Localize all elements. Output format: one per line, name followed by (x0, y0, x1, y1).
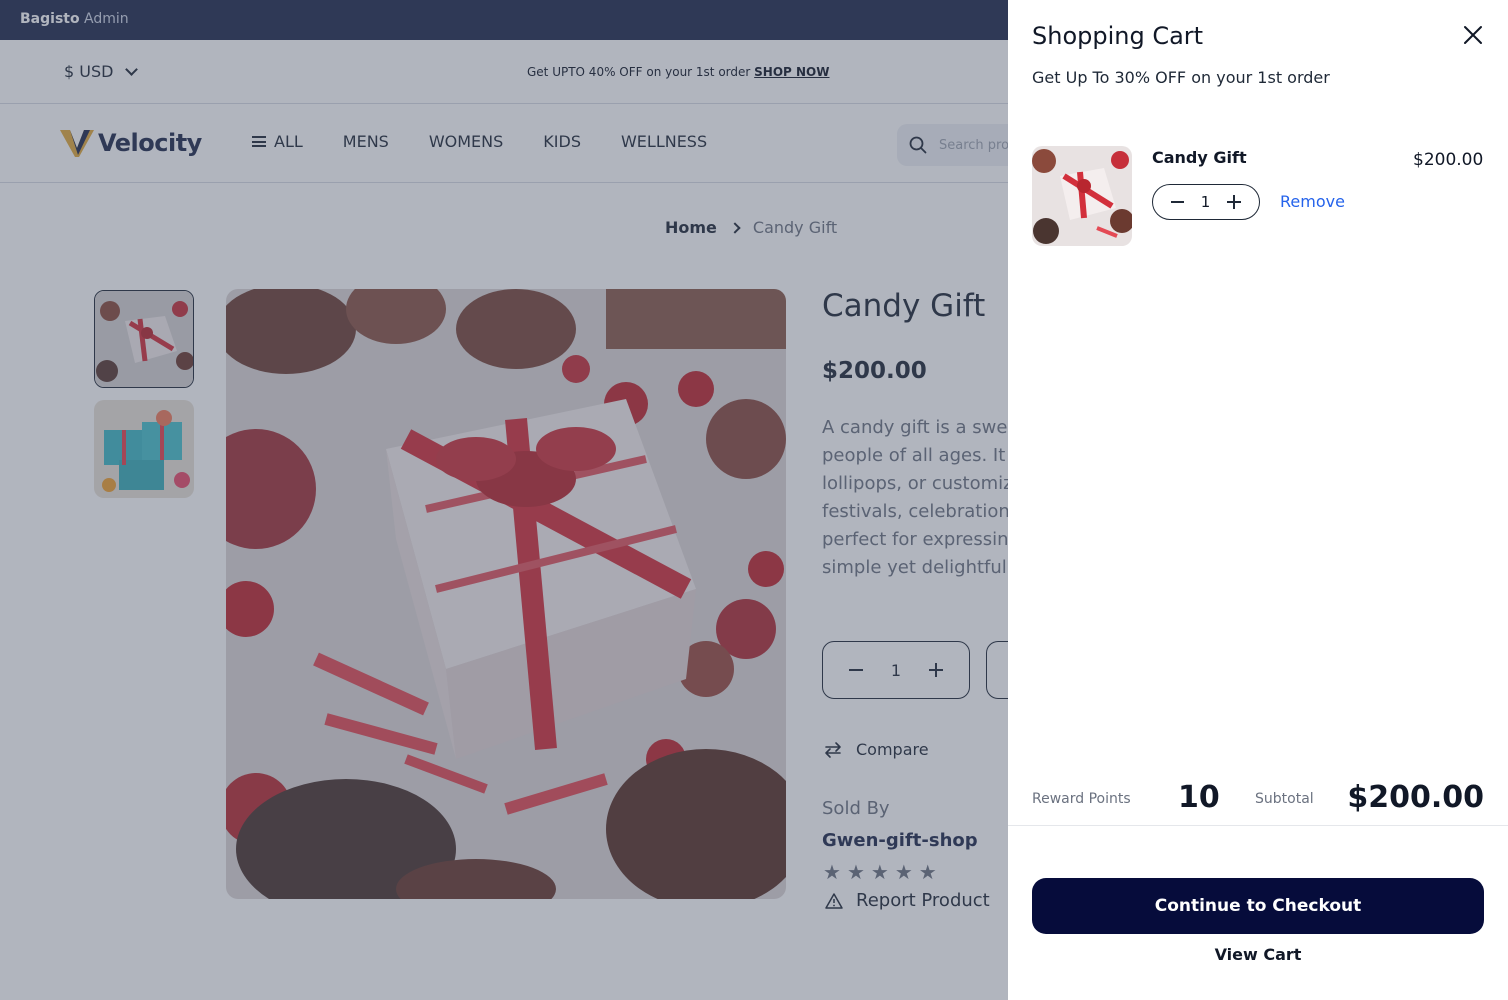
reward-points-label: Reward Points (1032, 791, 1131, 807)
cart-subtitle: Get Up To 30% OFF on your 1st order (1032, 68, 1330, 87)
candy-gift-cart-image (1032, 146, 1132, 246)
cart-title: Shopping Cart (1032, 22, 1204, 50)
cart-quantity-stepper: 1 (1152, 184, 1260, 220)
plus-icon[interactable] (1226, 195, 1241, 209)
cart-totals: Reward Points 10 Subtotal $200.00 (1032, 780, 1484, 820)
cart-item-name[interactable]: Candy Gift (1152, 148, 1247, 167)
divider (1008, 825, 1508, 826)
cart-item-image (1032, 146, 1132, 246)
drawer-backdrop[interactable] (0, 0, 1008, 1000)
cart-quantity-value: 1 (1200, 193, 1211, 211)
view-cart-link[interactable]: View Cart (1032, 945, 1484, 964)
subtotal-label: Subtotal (1255, 791, 1314, 807)
cart-item-price: $200.00 (1413, 150, 1484, 170)
minus-icon[interactable] (1171, 201, 1184, 203)
continue-to-checkout-button[interactable]: Continue to Checkout (1032, 878, 1484, 934)
close-icon[interactable] (1462, 24, 1484, 46)
subtotal-value: $200.00 (1347, 780, 1484, 815)
reward-points-value: 10 (1178, 780, 1220, 815)
remove-item-link[interactable]: Remove (1280, 192, 1345, 211)
cart-drawer: Shopping Cart Get Up To 30% OFF on your … (1008, 0, 1508, 1000)
